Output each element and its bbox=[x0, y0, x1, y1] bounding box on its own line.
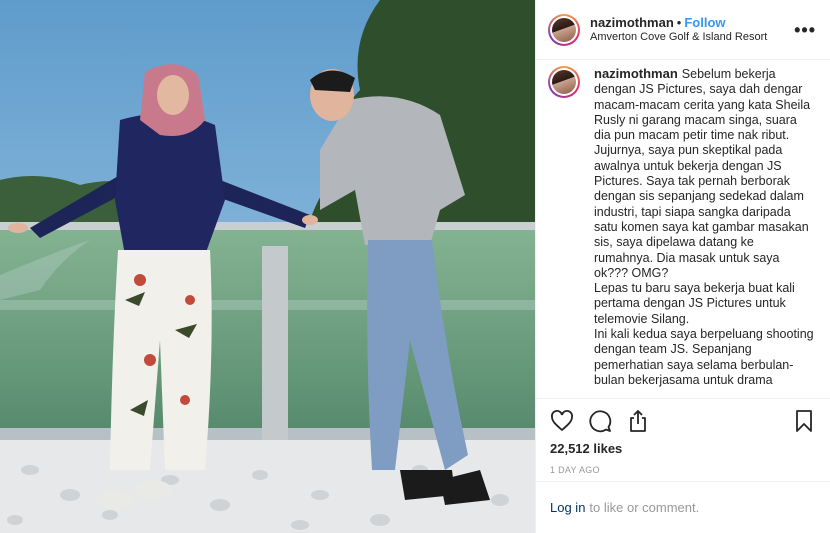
follow-button[interactable]: Follow bbox=[684, 15, 725, 30]
header-text: nazimothman • Follow Amverton Cove Golf & … bbox=[590, 15, 794, 45]
caption-text-block: nazimothman Sebelum bekerja dengan JS Pic… bbox=[594, 66, 814, 398]
login-text: to like or comment. bbox=[589, 500, 700, 515]
comment-icon-svg bbox=[589, 410, 612, 433]
login-prompt: Log in to like or comment. bbox=[536, 481, 830, 533]
likes-count[interactable]: 22,512 likes bbox=[550, 441, 816, 456]
caption-text: Sebelum bekerja dengan JS Pictures, saya… bbox=[594, 67, 814, 387]
post-header: nazimothman • Follow Amverton Cove Golf & … bbox=[536, 0, 830, 60]
username-link[interactable]: nazimothman bbox=[590, 15, 674, 30]
header-user-line: nazimothman • Follow bbox=[590, 15, 794, 30]
post-sidebar: nazimothman • Follow Amverton Cove Golf & … bbox=[535, 0, 830, 533]
caption-paragraph: nazimothman Sebelum bekerja dengan JS Pic… bbox=[594, 66, 814, 388]
share-icon[interactable] bbox=[626, 409, 650, 433]
bookmark-icon[interactable] bbox=[792, 409, 816, 433]
share-icon-svg bbox=[630, 410, 646, 432]
post-photo[interactable] bbox=[0, 0, 535, 533]
heart-icon-svg bbox=[551, 410, 573, 432]
more-options-icon[interactable]: ••• bbox=[794, 21, 816, 39]
caption-avatar-image bbox=[552, 70, 576, 94]
user-avatar[interactable] bbox=[548, 13, 580, 46]
photo-scene bbox=[0, 0, 535, 533]
separator-dot: • bbox=[676, 14, 682, 30]
avatar-image bbox=[552, 17, 576, 42]
login-link[interactable]: Log in bbox=[550, 500, 585, 515]
action-section: 22,512 likes 1 DAY AGO bbox=[536, 398, 830, 475]
location-link[interactable]: Amverton Cove Golf & Island Resort bbox=[590, 30, 794, 45]
caption-username[interactable]: nazimothman bbox=[594, 66, 678, 81]
avatar-ring bbox=[550, 15, 578, 44]
caption-avatar-ring bbox=[550, 68, 578, 96]
instagram-post: nazimothman • Follow Amverton Cove Golf & … bbox=[0, 0, 830, 533]
heart-icon[interactable] bbox=[550, 409, 574, 433]
bookmark-icon-svg bbox=[796, 410, 812, 432]
action-bar bbox=[550, 399, 816, 443]
post-timestamp[interactable]: 1 DAY AGO bbox=[550, 465, 816, 475]
caption-avatar[interactable] bbox=[548, 66, 580, 98]
caption-area: nazimothman Sebelum bekerja dengan JS Pic… bbox=[536, 60, 830, 398]
comment-icon[interactable] bbox=[588, 409, 612, 433]
